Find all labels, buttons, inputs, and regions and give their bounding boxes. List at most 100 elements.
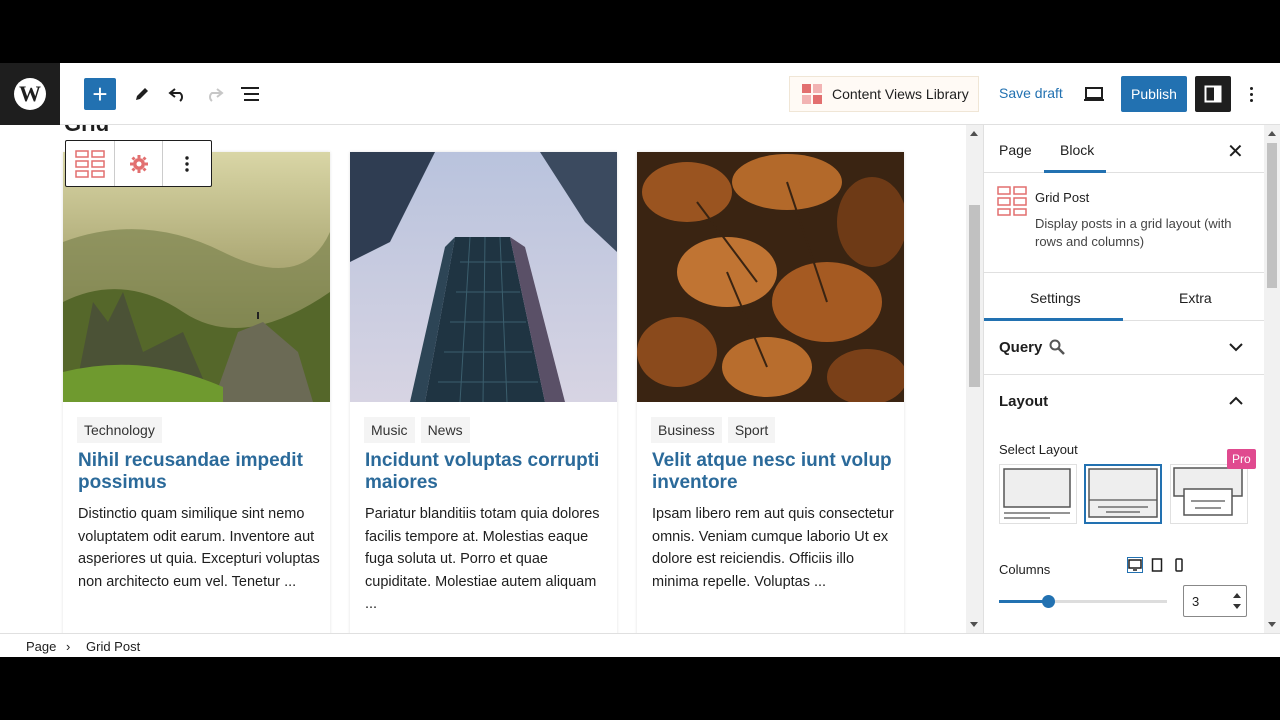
content-views-library-label: Content Views Library: [832, 86, 969, 102]
editor-toolbar: W + Content Views Library Save draft Pub…: [0, 63, 1280, 125]
desktop-icon[interactable]: [1127, 557, 1143, 573]
block-description: Display posts in a grid layout (with row…: [1035, 216, 1232, 249]
scroll-down-icon[interactable]: [970, 622, 978, 627]
chevron-up-icon: [1229, 396, 1243, 405]
post-thumbnail-leaves: [637, 152, 904, 402]
category-tag[interactable]: Music: [364, 417, 415, 443]
settings-sidebar: Page Block ✕ Grid Post Display posts in …: [983, 125, 1280, 633]
redo-button[interactable]: [198, 78, 230, 110]
settings-tabs: Settings Extra: [984, 273, 1264, 321]
query-panel-label: Query: [999, 339, 1043, 356]
post-card[interactable]: Music News Incidunt voluptas corrupti ma…: [350, 152, 617, 633]
tab-settings[interactable]: Settings: [1030, 290, 1081, 306]
post-excerpt: Pariatur blanditiis totam quia dolores f…: [365, 506, 600, 612]
post-categories: Technology: [77, 417, 162, 443]
plus-icon: +: [92, 79, 108, 109]
columns-number-input[interactable]: 3: [1183, 585, 1247, 617]
block-settings-button[interactable]: [114, 141, 162, 186]
columns-value: 3: [1192, 594, 1200, 609]
post-thumbnail-skyscrapers: [350, 152, 617, 402]
editor-canvas: Grid Technology Nihil recusandae impedit…: [0, 125, 966, 633]
options-menu-icon[interactable]: [1241, 80, 1261, 108]
category-tag[interactable]: Technology: [77, 417, 162, 443]
pro-badge: Pro: [1227, 449, 1256, 469]
redo-icon: [209, 88, 224, 102]
breadcrumb-current[interactable]: Grid Post: [86, 639, 140, 654]
breadcrumb: Page › Grid Post: [0, 633, 1280, 657]
gear-icon: [129, 154, 148, 173]
tab-block[interactable]: Block: [1060, 142, 1094, 158]
sidebar-icon: [1204, 85, 1222, 103]
mobile-icon[interactable]: [1171, 557, 1187, 573]
layout-option-1[interactable]: [999, 464, 1077, 524]
breadcrumb-page[interactable]: Page: [26, 639, 56, 654]
layout-panel-toggle[interactable]: Layout: [984, 375, 1264, 429]
scrollbar-thumb[interactable]: [1267, 143, 1277, 288]
wordpress-logo[interactable]: W: [0, 63, 60, 125]
scroll-up-icon[interactable]: [970, 131, 978, 136]
undo-button[interactable]: [162, 78, 194, 110]
publish-label: Publish: [1131, 86, 1177, 102]
post-categories: Business Sport: [651, 417, 776, 443]
category-tag[interactable]: Sport: [727, 417, 776, 443]
post-card[interactable]: Technology Nihil recusandae impedit poss…: [63, 152, 330, 633]
pencil-icon: [136, 88, 148, 100]
post-card[interactable]: Business Sport Velit atque nesc iunt vol…: [637, 152, 904, 633]
settings-toggle-button[interactable]: [1195, 76, 1231, 112]
chevron-right-icon: ›: [66, 639, 71, 654]
layout-option-3[interactable]: [1170, 464, 1248, 524]
post-title[interactable]: Velit atque nesc iunt volup inventore: [652, 450, 892, 494]
tab-page[interactable]: Page: [999, 142, 1032, 158]
block-options-button[interactable]: [162, 141, 211, 186]
editor-frame: W + Content Views Library Save draft Pub…: [0, 63, 1280, 657]
layout-option-2[interactable]: [1084, 464, 1162, 524]
sidebar-scrollbar[interactable]: [1264, 125, 1280, 633]
search-icon: [1049, 339, 1065, 355]
select-layout-label: Select Layout: [999, 442, 1078, 457]
tablet-icon[interactable]: [1149, 557, 1165, 573]
page-heading: Grid: [64, 125, 109, 137]
post-title[interactable]: Incidunt voluptas corrupti maiores: [365, 450, 605, 494]
canvas-scrollbar[interactable]: [966, 125, 983, 633]
scroll-down-icon[interactable]: [1268, 622, 1276, 627]
save-draft-button[interactable]: Save draft: [999, 85, 1063, 101]
block-type-button[interactable]: [66, 141, 114, 186]
list-view-icon: [241, 87, 259, 101]
layout-thumbnail: [1173, 467, 1243, 516]
query-panel-toggle[interactable]: Query: [984, 321, 1264, 375]
layout-thumbnail: [1088, 468, 1158, 518]
publish-button[interactable]: Publish: [1121, 76, 1187, 112]
post-excerpt: Distinctio quam similique sint nemo volu…: [78, 506, 320, 590]
wordpress-icon: W: [14, 78, 46, 110]
post-categories: Music News: [364, 417, 470, 443]
post-thumbnail-mountain: [63, 152, 330, 402]
add-block-button[interactable]: +: [84, 78, 116, 110]
grid-library-icon: [802, 84, 822, 104]
device-switcher: [1127, 557, 1187, 573]
block-name: Grid Post: [1035, 190, 1090, 205]
sidebar-tabs: Page Block ✕: [984, 125, 1264, 173]
preview-button[interactable]: [1078, 78, 1110, 110]
block-card: Grid Post Display posts in a grid layout…: [984, 173, 1264, 273]
post-title[interactable]: Nihil recusandae impedit possimus: [78, 450, 318, 494]
layout-panel-label: Layout: [999, 393, 1049, 410]
columns-slider-handle[interactable]: [1042, 595, 1055, 608]
block-toolbar: [65, 140, 212, 187]
post-excerpt: Ipsam libero rem aut quis consectetur om…: [652, 506, 894, 590]
columns-label: Columns: [999, 562, 1051, 577]
scrollbar-thumb[interactable]: [969, 205, 980, 387]
tab-extra[interactable]: Extra: [1179, 290, 1212, 306]
category-tag[interactable]: News: [420, 417, 470, 443]
scroll-up-icon[interactable]: [1268, 131, 1276, 136]
content-views-library-button[interactable]: Content Views Library: [789, 76, 979, 112]
chevron-down-icon: [1229, 343, 1243, 352]
undo-icon: [168, 88, 183, 102]
category-tag[interactable]: Business: [651, 417, 722, 443]
spinner-arrows-icon[interactable]: [1232, 590, 1242, 612]
close-icon[interactable]: ✕: [1227, 139, 1244, 164]
edit-tool-button[interactable]: [126, 78, 158, 110]
more-vertical-icon: [185, 155, 189, 172]
columns-slider-fill: [999, 600, 1047, 603]
grid-post-icon: [997, 186, 1027, 216]
document-overview-button[interactable]: [234, 78, 266, 110]
